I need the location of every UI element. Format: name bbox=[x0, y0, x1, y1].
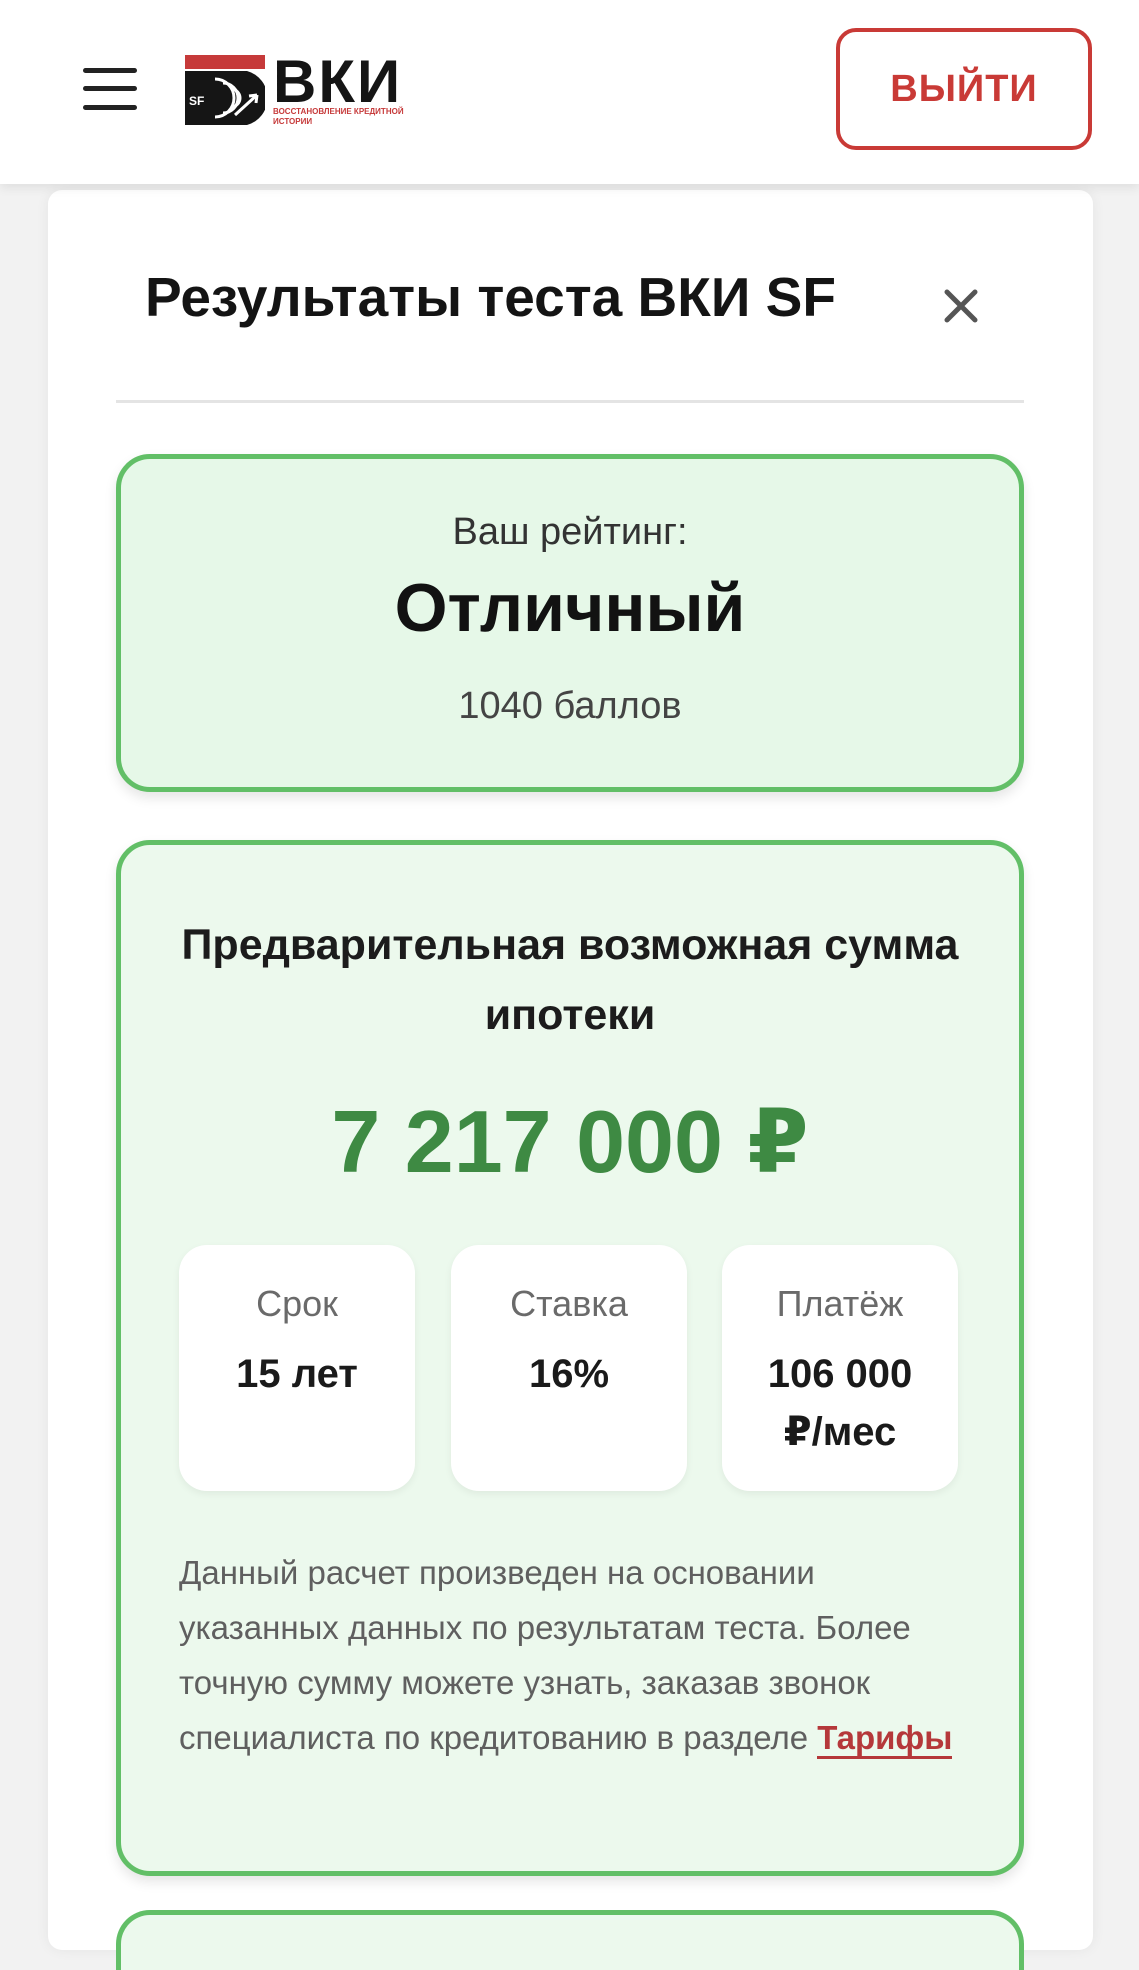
stat-value: 106 000 ₽/мес bbox=[767, 1352, 913, 1454]
rating-points: 1040 баллов bbox=[458, 685, 682, 727]
stat-term: Срок 15 лет bbox=[179, 1245, 415, 1491]
logo-wordmark: ВКИ bbox=[273, 48, 403, 115]
stat-label: Срок bbox=[256, 1283, 338, 1324]
logo-badge-icon: SF bbox=[185, 55, 265, 125]
tariffs-link[interactable]: Тарифы bbox=[817, 1719, 953, 1759]
close-icon[interactable] bbox=[941, 286, 981, 326]
stat-rate: Ставка 16% bbox=[451, 1245, 687, 1491]
rating-label: Ваш рейтинг: bbox=[452, 511, 688, 553]
mortgage-amount: 7 217 000 ₽ bbox=[331, 1092, 809, 1191]
disclaimer-body: Данный расчет произведен на основании ук… bbox=[179, 1554, 911, 1756]
results-panel: Результаты теста ВКИ SF Ваш рейтинг: Отл… bbox=[48, 190, 1093, 1970]
stat-payment: Платёж 106 000 ₽/мес bbox=[722, 1245, 958, 1491]
next-card bbox=[116, 1910, 1024, 1970]
page-title: Результаты теста ВКИ SF bbox=[145, 266, 836, 328]
app-header: SF ВКИ ВОССТАНОВЛЕНИЕ КРЕДИТНОЙ ИСТОРИИ … bbox=[0, 0, 1139, 184]
stat-label: Платёж bbox=[776, 1283, 904, 1324]
logo-badge-text: SF bbox=[189, 94, 204, 108]
stat-label: Ставка bbox=[510, 1283, 628, 1324]
logo[interactable]: SF ВКИ ВОССТАНОВЛЕНИЕ КРЕДИТНОЙ ИСТОРИИ bbox=[185, 49, 425, 130]
menu-icon[interactable] bbox=[83, 68, 137, 110]
rating-value: Отличный bbox=[394, 570, 746, 646]
disclaimer-text: Данный расчет произведен на основании ук… bbox=[179, 1545, 979, 1765]
logout-button[interactable]: ВЫЙТИ bbox=[836, 28, 1092, 150]
mortgage-card: Предварительная возможная сумма ипотеки … bbox=[116, 840, 1024, 1876]
mortgage-title: Предварительная возможная сумма ипотеки bbox=[181, 921, 959, 1039]
rating-card: Ваш рейтинг: Отличный 1040 баллов bbox=[116, 454, 1024, 792]
stat-value: 16% bbox=[528, 1352, 610, 1396]
stat-value: 15 лет bbox=[236, 1352, 358, 1396]
divider bbox=[116, 400, 1024, 403]
logo-subtitle: ВОССТАНОВЛЕНИЕ КРЕДИТНОЙ ИСТОРИИ bbox=[273, 107, 404, 126]
